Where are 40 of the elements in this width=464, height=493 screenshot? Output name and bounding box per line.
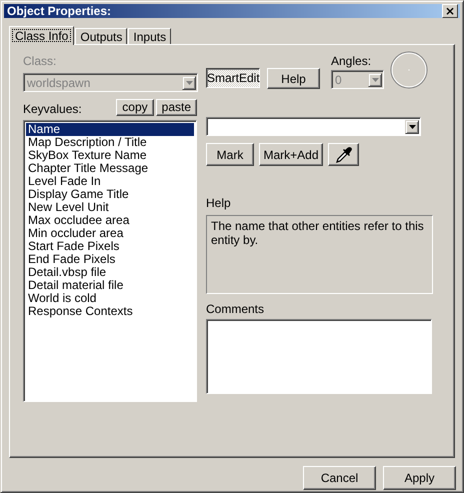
- eyedropper-icon: [334, 146, 352, 164]
- dialog-button[interactable]: Cancel: [303, 466, 376, 490]
- paste-button[interactable]: paste: [156, 98, 197, 116]
- angles-label: Angles:: [331, 54, 372, 68]
- help-button[interactable]: Help: [267, 68, 320, 89]
- list-item[interactable]: Name: [26, 123, 194, 136]
- keyvalues-list[interactable]: [23, 120, 197, 402]
- help-text: The name that other entities refer to this entity by.: [211, 219, 425, 247]
- list-item[interactable]: Response Contexts: [26, 305, 194, 318]
- comments-label: Comments: [206, 302, 266, 316]
- list-item[interactable]: Max occludee area: [26, 214, 194, 227]
- eyedropper-button[interactable]: [328, 143, 359, 166]
- mark-button[interactable]: Mark: [206, 143, 254, 166]
- angle-dial-icon[interactable]: [390, 51, 428, 89]
- dialog-button[interactable]: Apply: [383, 466, 456, 490]
- list-item[interactable]: SkyBox Texture Name: [26, 149, 194, 162]
- smartedit-button[interactable]: SmartEdit: [206, 68, 260, 88]
- list-item[interactable]: Min occluder area: [26, 227, 194, 240]
- list-item[interactable]: Display Game Title: [26, 188, 194, 201]
- close-button[interactable]: ×: [442, 4, 458, 18]
- window-title: Object Properties:: [7, 4, 112, 18]
- list-item[interactable]: Map Description / Title: [26, 136, 194, 149]
- class-label: Class:: [23, 54, 58, 68]
- list-item[interactable]: Detail material file: [26, 279, 194, 292]
- mark-button[interactable]: Mark+Add: [259, 143, 323, 166]
- list-item[interactable]: Chapter Title Message: [26, 162, 194, 175]
- tab[interactable]: Inputs: [128, 28, 172, 44]
- list-item[interactable]: Start Fade Pixels: [26, 240, 194, 253]
- copy-button[interactable]: copy: [116, 98, 154, 116]
- list-item[interactable]: End Fade Pixels: [26, 253, 194, 266]
- help-label: Help: [206, 196, 232, 210]
- tab[interactable]: Class Info: [9, 26, 74, 45]
- comments-field[interactable]: [206, 319, 432, 394]
- list-item[interactable]: Detail.vbsp file: [26, 266, 194, 279]
- list-item[interactable]: Level Fade In: [26, 175, 194, 188]
- keyvalues-label: Keyvalues:: [23, 100, 83, 116]
- value-dropdown[interactable]: [206, 117, 421, 136]
- list-item[interactable]: New Level Unit: [26, 201, 194, 214]
- tab[interactable]: Outputs: [75, 28, 128, 44]
- list-item[interactable]: World is cold: [26, 292, 194, 305]
